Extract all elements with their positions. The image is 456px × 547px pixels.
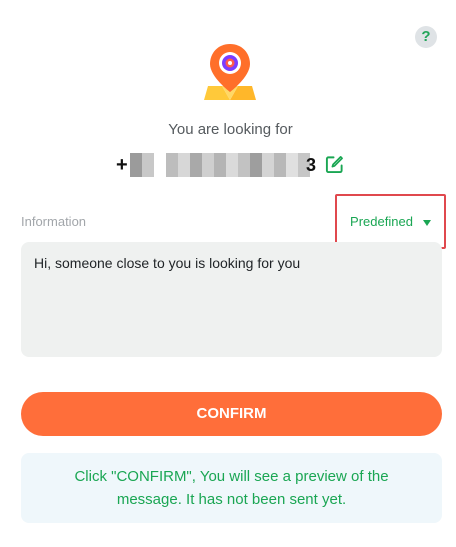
phone-number: + 3: [116, 151, 316, 179]
edit-icon[interactable]: [325, 155, 344, 174]
predefined-dropdown[interactable]: Predefined: [335, 194, 446, 249]
phone-suffix: 3: [306, 154, 317, 175]
notice-text: Click "CONFIRM", You will see a preview …: [74, 468, 389, 508]
confirm-button[interactable]: CONFIRM: [21, 392, 442, 436]
caret-down-icon: [422, 219, 431, 226]
message-text: Hi, someone close to you is looking for …: [34, 255, 301, 271]
help-icon[interactable]: ?: [415, 26, 437, 48]
redacted-digits: [130, 153, 310, 177]
information-label: Information: [21, 214, 87, 229]
preview-notice: Click "CONFIRM", You will see a preview …: [21, 453, 442, 523]
message-textarea[interactable]: Hi, someone close to you is looking for …: [21, 242, 442, 357]
looking-for-label: You are looking for: [168, 121, 293, 138]
location-pin-icon: [204, 44, 256, 100]
predefined-label: Predefined: [350, 214, 413, 229]
phone-prefix: +: [116, 153, 128, 176]
